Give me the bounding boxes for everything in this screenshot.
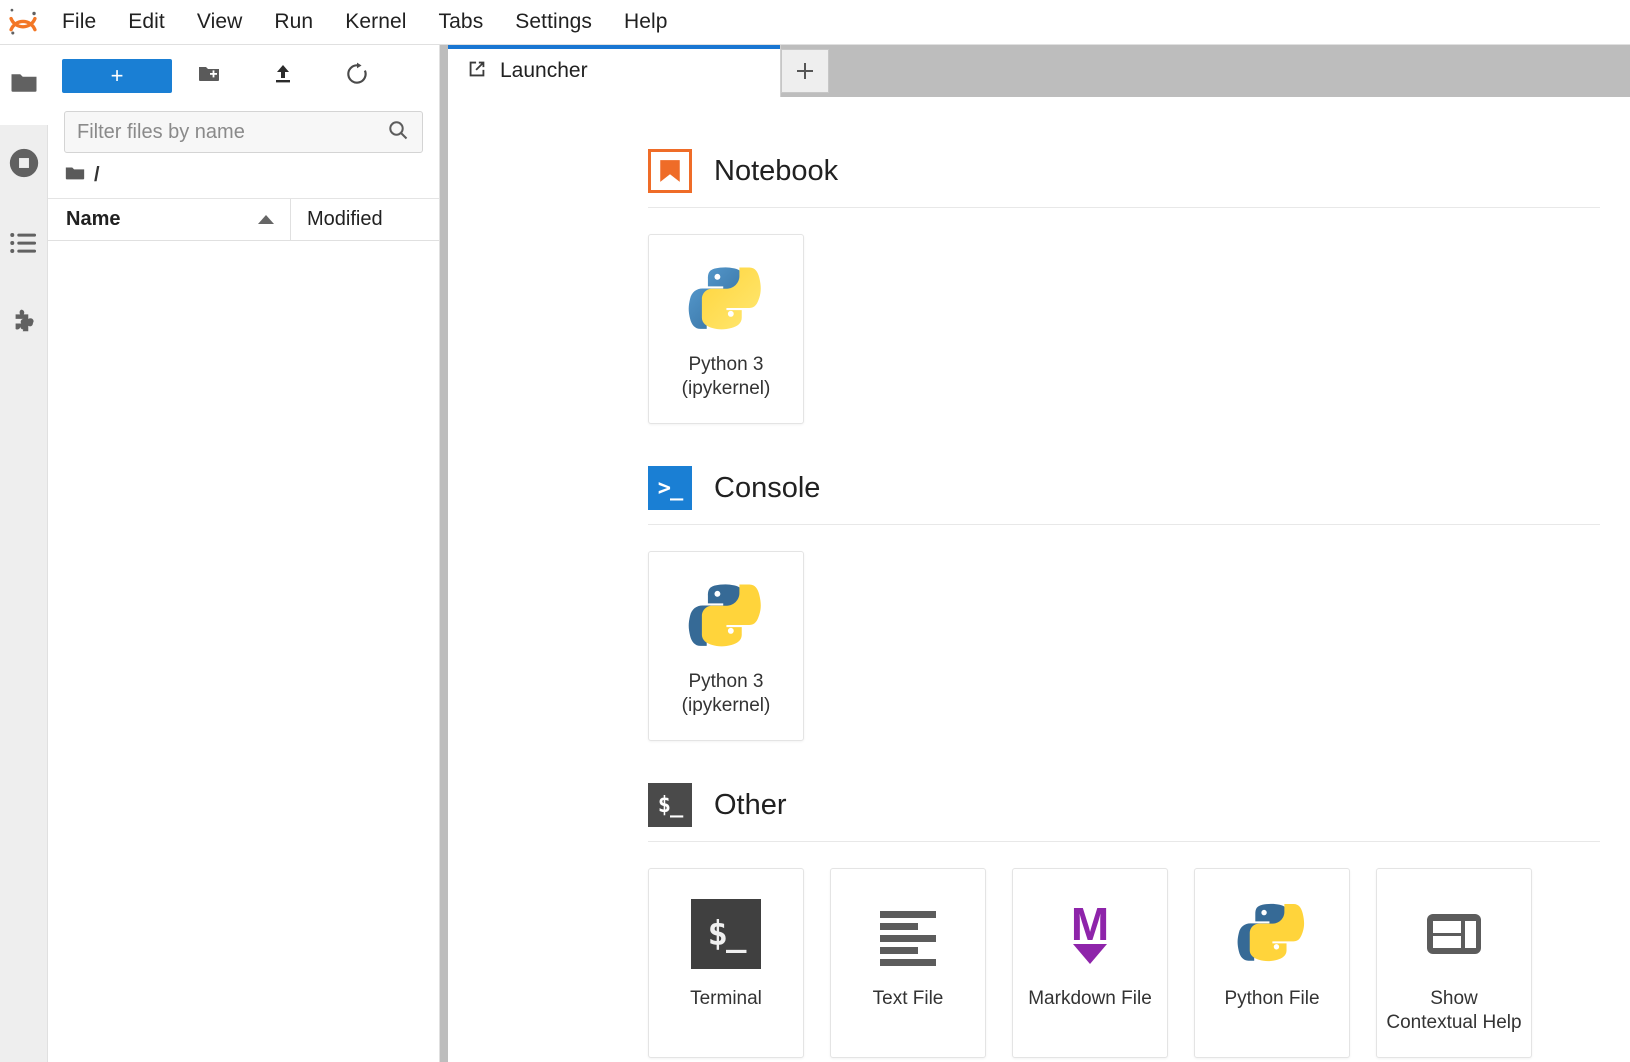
file-list-header: Name Modified	[48, 199, 439, 241]
card-notebook-python3[interactable]: Python 3 (ipykernel)	[648, 234, 804, 424]
card-label: Python 3 (ipykernel)	[681, 671, 771, 716]
card-label: Markdown File	[1028, 988, 1152, 1009]
launcher-panel: Notebook Python 3 (ipykernel) >_ Console…	[448, 97, 1630, 1062]
card-label: Text File	[872, 988, 944, 1009]
sidebar-item-file-browser[interactable]	[0, 45, 48, 125]
filter-files-input[interactable]	[77, 120, 386, 144]
launcher-section-other: $_ Other $_ Terminal Text File M Markdow…	[648, 783, 1600, 1058]
card-python-file[interactable]: Python File	[1194, 868, 1350, 1058]
new-folder-icon	[197, 62, 221, 89]
card-text-file[interactable]: Text File	[830, 868, 986, 1058]
menu-settings[interactable]: Settings	[499, 6, 608, 38]
column-header-modified-label: Modified	[307, 208, 383, 230]
tab-launcher-label: Launcher	[500, 59, 588, 82]
file-browser-toolbar: +	[48, 45, 439, 107]
menu-items: File Edit View Run Kernel Tabs Settings …	[46, 6, 684, 38]
card-markdown-file[interactable]: M Markdown File	[1012, 868, 1168, 1058]
menu-run[interactable]: Run	[258, 6, 329, 38]
jupyter-logo-icon	[0, 0, 46, 45]
tab-launcher[interactable]: Launcher	[448, 45, 781, 97]
sidebar-item-running-sessions[interactable]	[0, 125, 48, 205]
activity-bar	[0, 45, 48, 1062]
column-header-modified[interactable]: Modified	[291, 199, 439, 240]
sidebar-item-extension-manager[interactable]	[0, 285, 48, 365]
section-header-other: $_ Other	[648, 783, 1600, 841]
notebook-cards: Python 3 (ipykernel)	[648, 234, 1600, 424]
file-browser-panel: + Filter files by name / Name Modified	[48, 45, 440, 1062]
section-divider	[648, 841, 1600, 842]
launcher-section-console: >_ Console Python 3 (ipykernel)	[648, 466, 1600, 741]
section-header-notebook: Notebook	[648, 149, 1600, 207]
python-logo-icon	[1236, 891, 1308, 977]
terminal-prompt-icon: $_	[648, 783, 692, 827]
card-show-contextual-help[interactable]: Show Contextual Help	[1376, 868, 1532, 1058]
menu-tabs[interactable]: Tabs	[423, 6, 500, 38]
search-icon	[386, 118, 410, 147]
other-cards: $_ Terminal Text File M Markdown File Py…	[648, 868, 1600, 1058]
section-title-console: Console	[714, 471, 821, 504]
card-label: Show Contextual Help	[1386, 988, 1522, 1033]
card-label: Python File	[1224, 988, 1320, 1009]
markdown-icon: M	[1054, 891, 1126, 977]
new-tab-button[interactable]	[781, 49, 829, 93]
notebook-bookmark-icon	[648, 149, 692, 193]
menu-file[interactable]: File	[46, 6, 112, 38]
console-prompt-icon: >_	[648, 466, 692, 510]
text-file-icon	[872, 891, 944, 977]
menu-bar: File Edit View Run Kernel Tabs Settings …	[0, 0, 1630, 45]
contextual-help-icon	[1418, 891, 1490, 977]
launcher-icon	[466, 58, 488, 85]
python-logo-icon	[687, 574, 765, 660]
section-title-other: Other	[714, 788, 787, 821]
menu-view[interactable]: View	[181, 6, 259, 38]
puzzle-piece-icon	[8, 307, 40, 344]
upload-button[interactable]	[246, 56, 320, 96]
folder-icon	[9, 68, 39, 103]
breadcrumb[interactable]: /	[48, 153, 439, 199]
card-label: Python 3 (ipykernel)	[681, 354, 771, 399]
jupyterlab-window: File Edit View Run Kernel Tabs Settings …	[0, 0, 1630, 1062]
folder-icon	[64, 162, 86, 189]
section-divider	[648, 207, 1600, 208]
panel-splitter[interactable]	[440, 45, 448, 1062]
refresh-button[interactable]	[320, 56, 394, 96]
sort-ascending-icon	[258, 215, 274, 224]
list-icon	[8, 227, 40, 264]
section-title-notebook: Notebook	[714, 154, 839, 187]
card-label: Terminal	[690, 988, 762, 1009]
section-header-console: >_ Console	[648, 466, 1600, 524]
breadcrumb-path[interactable]: /	[94, 164, 100, 187]
terminal-icon: $_	[691, 891, 761, 977]
svg-text:M: M	[1071, 898, 1109, 950]
menu-edit[interactable]: Edit	[112, 6, 181, 38]
menu-kernel[interactable]: Kernel	[329, 6, 422, 38]
section-divider	[648, 524, 1600, 525]
python-logo-icon	[687, 257, 765, 343]
menu-help[interactable]: Help	[608, 6, 684, 38]
tab-bar: Launcher	[448, 45, 1630, 97]
launcher-section-notebook: Notebook Python 3 (ipykernel)	[648, 149, 1600, 424]
card-terminal[interactable]: $_ Terminal	[648, 868, 804, 1058]
file-list[interactable]	[48, 241, 439, 1062]
filter-files-box[interactable]	[64, 111, 423, 153]
main-dock-area: Launcher Notebook Python 3 (ipykernel) >…	[448, 45, 1630, 1062]
upload-icon	[271, 62, 295, 89]
sidebar-item-table-of-contents[interactable]	[0, 205, 48, 285]
plus-icon	[797, 63, 813, 79]
new-folder-button[interactable]	[172, 56, 246, 96]
column-header-name[interactable]: Name	[48, 199, 291, 240]
refresh-icon	[344, 61, 370, 90]
card-console-python3[interactable]: Python 3 (ipykernel)	[648, 551, 804, 741]
stop-circle-icon	[7, 146, 41, 185]
console-cards: Python 3 (ipykernel)	[648, 551, 1600, 741]
new-launcher-button[interactable]: +	[62, 58, 172, 93]
column-header-name-label: Name	[66, 208, 121, 230]
